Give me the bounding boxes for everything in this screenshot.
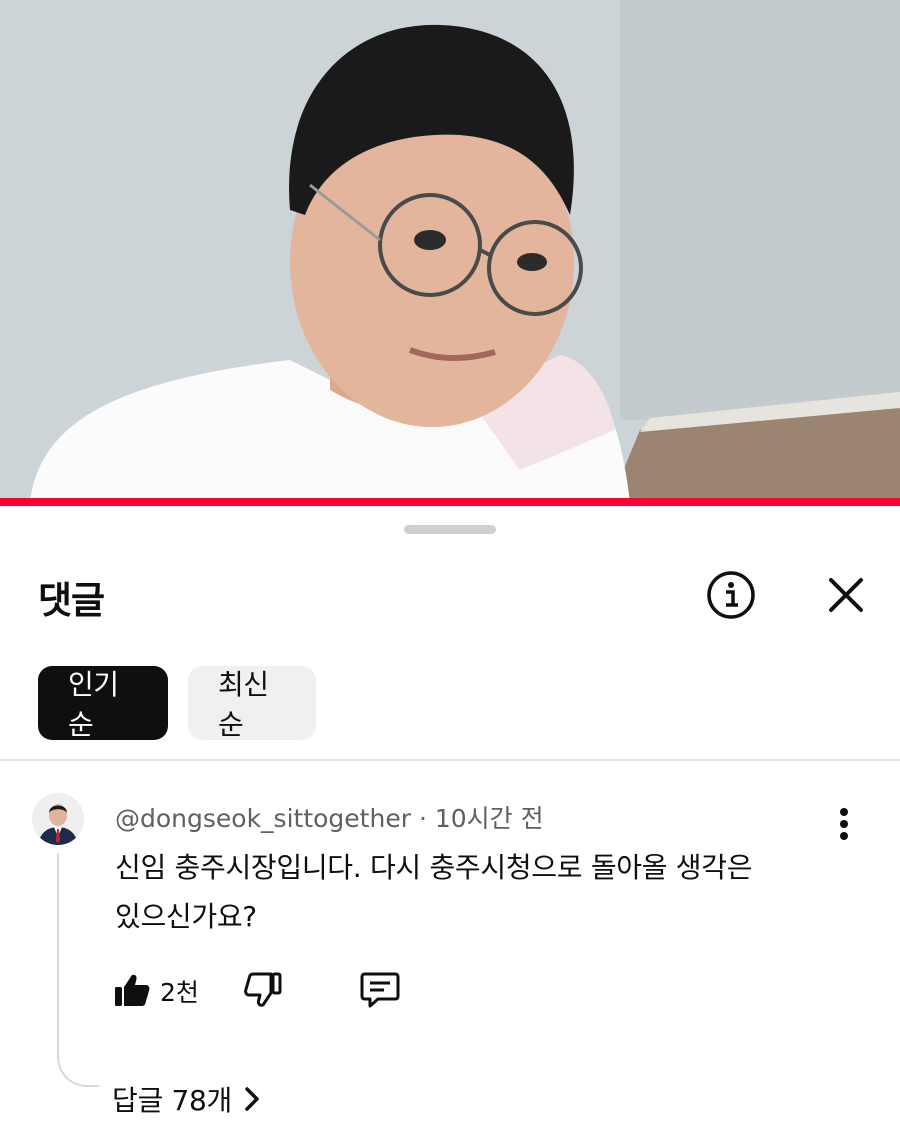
video-player[interactable] (0, 0, 900, 502)
sheet-title: 댓글 (38, 579, 105, 622)
video-progress-bar[interactable] (0, 498, 900, 506)
comment-author[interactable]: @dongseok_sittogether (115, 804, 411, 833)
avatar[interactable] (32, 793, 84, 845)
thread-line (57, 853, 99, 1087)
avatar-image (32, 793, 84, 845)
info-icon (707, 571, 755, 619)
close-icon (829, 578, 863, 612)
sort-chips: 인기순 최신순 (38, 666, 316, 741)
info-button[interactable] (705, 569, 757, 621)
video-frame-image (0, 0, 900, 502)
sort-chip-popular[interactable]: 인기순 (38, 666, 168, 741)
comment-more-button[interactable] (826, 799, 862, 849)
sort-chip-label: 인기순 (68, 668, 119, 741)
dislike-button[interactable] (240, 966, 286, 1014)
comment-meta: @dongseok_sittogether · 10시간 전 (115, 799, 544, 835)
reply-button[interactable] (356, 966, 404, 1014)
like-count: 2천 (160, 978, 199, 1007)
replies-label: 답글 78개 (112, 1084, 233, 1117)
chevron-right-icon (245, 1087, 259, 1111)
more-vert-icon (840, 808, 848, 840)
thumbs-up-filled-icon (115, 974, 150, 1006)
comment-icon (360, 972, 400, 1008)
thumbs-down-icon (244, 972, 282, 1007)
sort-chip-label: 최신순 (218, 668, 269, 741)
sort-chip-newest[interactable]: 최신순 (188, 666, 316, 741)
comments-sheet: 댓글 인기순 최신순 @dongseok_sittogether · 10시간 … (0, 506, 900, 1123)
comment-time: 10시간 전 (434, 804, 544, 833)
view-replies-button[interactable]: 답글 78개 (112, 1079, 260, 1119)
close-button[interactable] (820, 569, 872, 621)
like-button[interactable] (110, 966, 154, 1014)
drag-handle[interactable] (404, 525, 496, 534)
meta-separator: · (418, 804, 427, 833)
comment-text: 신임 충주시장입니다. 다시 충주시청으로 돌아올 생각은 있으신가요? (115, 851, 753, 933)
comment-item: @dongseok_sittogether · 10시간 전 신임 충주시장입니… (0, 761, 900, 1123)
